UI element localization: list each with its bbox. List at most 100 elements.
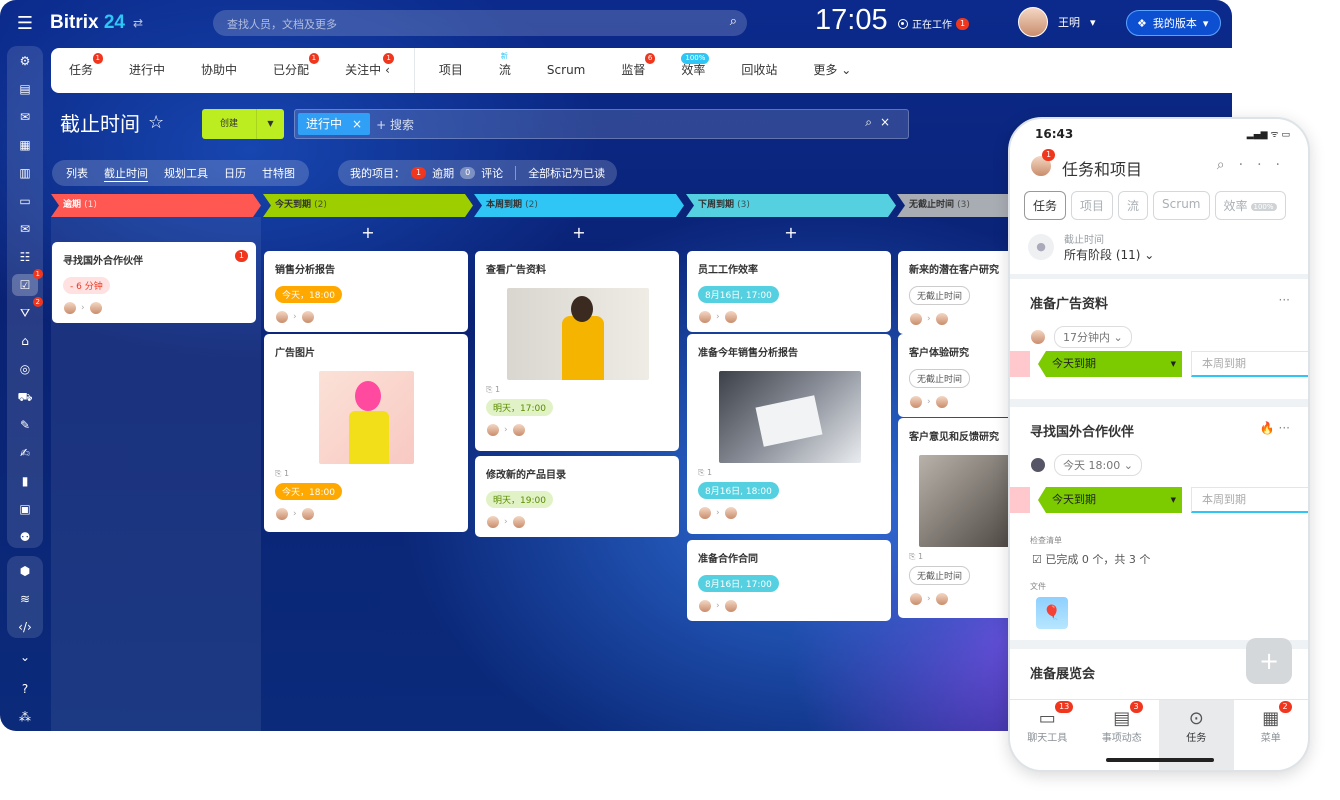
view-calendar[interactable]: 日历 bbox=[216, 165, 254, 181]
tab-following[interactable]: 关注中 1 ‹ bbox=[327, 48, 408, 93]
deadline-filter[interactable]: ● 截止时间 所有阶段 (11) ⌄ bbox=[1028, 231, 1154, 263]
deadline-badge[interactable]: 无截止时间 bbox=[909, 369, 971, 388]
task-card[interactable]: 准备今年销售分析报告 ⎘ 1 8月16日, 18:00 › bbox=[687, 334, 891, 534]
sidebar-item-news[interactable]: ▤ bbox=[12, 78, 38, 100]
chevron-down-icon[interactable]: ▼ bbox=[256, 109, 284, 139]
task-card[interactable]: 广告图片 ⎘ 1 今天，18:00 › bbox=[264, 334, 468, 532]
swap-icon[interactable]: ⇄ bbox=[133, 16, 143, 30]
search-clear-icons[interactable]: ⌕× bbox=[865, 115, 898, 130]
file-thumbnail[interactable]: 🎈 bbox=[1036, 597, 1068, 629]
checklist-summary[interactable]: ☑ 已完成 0 个，共 3 个 bbox=[1032, 551, 1150, 567]
sidebar-item-groups[interactable]: ☷ bbox=[12, 246, 38, 268]
stage-next[interactable]: 本周到期 bbox=[1191, 487, 1308, 513]
sidebar-item-mail[interactable]: ✉ bbox=[12, 218, 38, 240]
more-icon[interactable]: ··· bbox=[1279, 293, 1290, 307]
sidebar-item-docs[interactable]: ▥ bbox=[12, 162, 38, 184]
task-card[interactable]: 准备合作合同 8月16日, 17:00 › bbox=[687, 540, 891, 621]
deadline-badge[interactable]: 8月16日, 18:00 bbox=[698, 482, 779, 499]
menu-icon[interactable]: ☰ bbox=[0, 13, 50, 34]
tab-scrum[interactable]: Scrum bbox=[529, 48, 603, 93]
sidebar-item-marketing[interactable]: ◎ bbox=[12, 358, 38, 380]
structure-icon[interactable]: ⁂ bbox=[12, 706, 38, 728]
close-icon[interactable]: × bbox=[352, 113, 362, 135]
avatar-wrap[interactable]: 1 bbox=[1030, 149, 1056, 181]
task-card[interactable]: 修改新的产品目录 明天，19:00 › bbox=[475, 456, 679, 537]
overdue-link[interactable]: 逾期 bbox=[432, 165, 454, 181]
mobile-tab-scrum[interactable]: Scrum bbox=[1153, 191, 1210, 220]
tab-in-progress[interactable]: 进行中 bbox=[111, 48, 183, 93]
mobile-tab-projects[interactable]: 项目 bbox=[1071, 191, 1114, 220]
sidebar-more-icon[interactable]: ⌄ bbox=[12, 646, 38, 668]
more-icon[interactable]: 🔥 ··· bbox=[1260, 421, 1290, 435]
deadline-badge[interactable]: 明天，17:00 bbox=[486, 399, 553, 416]
sidebar-item-drive[interactable]: ▭ bbox=[12, 190, 38, 212]
tab-projects[interactable]: 项目 bbox=[421, 48, 481, 93]
comments-link[interactable]: 评论 bbox=[481, 165, 503, 181]
tab-supervise[interactable]: 监督 6 bbox=[603, 48, 663, 93]
mobile-tab-efficiency[interactable]: 效率 100% bbox=[1214, 191, 1286, 220]
tabbar-chat[interactable]: ▭ 13 聊天工具 bbox=[1010, 700, 1085, 770]
search-icon[interactable]: ⌕ bbox=[1217, 157, 1239, 173]
star-icon[interactable]: ☆ bbox=[148, 112, 164, 133]
add-task-button[interactable]: + bbox=[263, 217, 473, 249]
sidebar-item-tasks[interactable]: ☑ 1 bbox=[12, 269, 43, 296]
time-pill[interactable]: 17分钟内 ⌄ bbox=[1054, 326, 1132, 348]
deadline-badge[interactable]: - 6 分钟 bbox=[63, 277, 110, 294]
add-button[interactable]: + bbox=[1246, 638, 1292, 684]
stage-prev[interactable] bbox=[1010, 351, 1030, 377]
sidebar-item-sign[interactable]: ✎ bbox=[12, 414, 38, 436]
sidebar-item-shop[interactable]: ⛟ bbox=[12, 386, 38, 408]
tab-efficiency[interactable]: 100% 效率 bbox=[663, 48, 723, 93]
tab-tasks[interactable]: 任务 1 bbox=[51, 48, 111, 93]
version-button[interactable]: ❖ 我的版本 ▾ bbox=[1126, 10, 1222, 36]
help-icon[interactable]: ? bbox=[12, 678, 38, 700]
filter-chip[interactable]: 进行中 × bbox=[298, 113, 371, 135]
sidebar-item-market[interactable]: ⬢ bbox=[12, 560, 38, 582]
sidebar-item-bot[interactable]: ⚉ bbox=[12, 526, 38, 548]
deadline-badge[interactable]: 无截止时间 bbox=[909, 566, 971, 585]
stage-prev[interactable] bbox=[1010, 487, 1030, 513]
deadline-badge[interactable]: 今天，18:00 bbox=[275, 483, 342, 500]
sidebar-item-automation[interactable]: ≋ bbox=[12, 588, 38, 610]
stage-next[interactable]: 本周到期 bbox=[1191, 351, 1308, 377]
stage-current[interactable]: 今天到期 ▼ bbox=[1038, 487, 1182, 513]
more-icon[interactable]: ··· bbox=[1239, 157, 1294, 173]
mark-read-link[interactable]: 全部标记为已读 bbox=[528, 165, 605, 181]
view-list[interactable]: 列表 bbox=[58, 165, 96, 181]
mobile-task-card[interactable]: 寻找国外合作伙伴 🔥 ··· 今天 18:00 ⌄ 今天到期 ▼ 本周到期 检查清… bbox=[1010, 407, 1308, 640]
sidebar-item-sign2[interactable]: ✍ bbox=[12, 442, 38, 464]
sidebar-item-chat[interactable]: ✉ bbox=[12, 106, 38, 128]
time-pill[interactable]: 今天 18:00 ⌄ bbox=[1054, 454, 1142, 476]
mobile-tab-flows[interactable]: 流 bbox=[1118, 191, 1149, 220]
work-status[interactable]: 正在工作 1 bbox=[898, 16, 970, 31]
task-card[interactable]: 寻找国外合作伙伴 1 - 6 分钟 › bbox=[52, 242, 256, 323]
add-task-button[interactable]: + bbox=[686, 217, 896, 249]
task-card[interactable]: 查看广告资料 ⎘ 1 明天，17:00 › bbox=[475, 251, 679, 451]
deadline-badge[interactable]: 无截止时间 bbox=[909, 286, 971, 305]
task-card[interactable]: 销售分析报告 今天，18:00 › bbox=[264, 251, 468, 332]
tabbar-menu[interactable]: ▦ 2 菜单 bbox=[1234, 700, 1309, 770]
logo[interactable]: Bitrix 24 bbox=[50, 12, 125, 34]
sidebar-item-calendar[interactable]: ▦ bbox=[12, 134, 38, 156]
filter-search[interactable]: 进行中 × + 搜索 ⌕× bbox=[294, 109, 909, 139]
mobile-tab-tasks[interactable]: 任务 bbox=[1024, 191, 1067, 220]
task-card[interactable]: 员工工作效率 8月16日, 17:00 › bbox=[687, 251, 891, 332]
stage-current[interactable]: 今天到期 ▼ bbox=[1038, 351, 1182, 377]
search-input[interactable]: 查找人员，文档及更多 ⌕ bbox=[213, 10, 747, 36]
sidebar-item-company[interactable]: ⌂ bbox=[12, 330, 38, 352]
chevron-left-icon[interactable]: ‹ bbox=[385, 63, 390, 77]
tab-assigned[interactable]: 已分配 1 bbox=[255, 48, 327, 93]
view-deadline[interactable]: 截止时间 bbox=[96, 165, 156, 181]
tab-more[interactable]: 更多 ⌄ bbox=[795, 48, 869, 93]
sidebar-item-crm[interactable]: ⛛ 2 bbox=[12, 297, 43, 324]
deadline-badge[interactable]: 明天，19:00 bbox=[486, 491, 553, 508]
tab-trash[interactable]: 回收站 bbox=[723, 48, 795, 93]
sidebar-item-feed[interactable]: ⚙ bbox=[12, 50, 38, 72]
create-button[interactable]: 创建 ▼ bbox=[202, 109, 284, 139]
deadline-badge[interactable]: 今天，18:00 bbox=[275, 286, 342, 303]
deadline-badge[interactable]: 8月16日, 17:00 bbox=[698, 286, 779, 303]
user-menu[interactable]: 王明 ▾ bbox=[1018, 7, 1096, 37]
deadline-badge[interactable]: 8月16日, 17:00 bbox=[698, 575, 779, 592]
mobile-task-card[interactable]: 准备广告资料 ··· 17分钟内 ⌄ 今天到期 ▼ 本周到期 bbox=[1010, 279, 1308, 399]
add-task-button[interactable]: + bbox=[474, 217, 684, 249]
